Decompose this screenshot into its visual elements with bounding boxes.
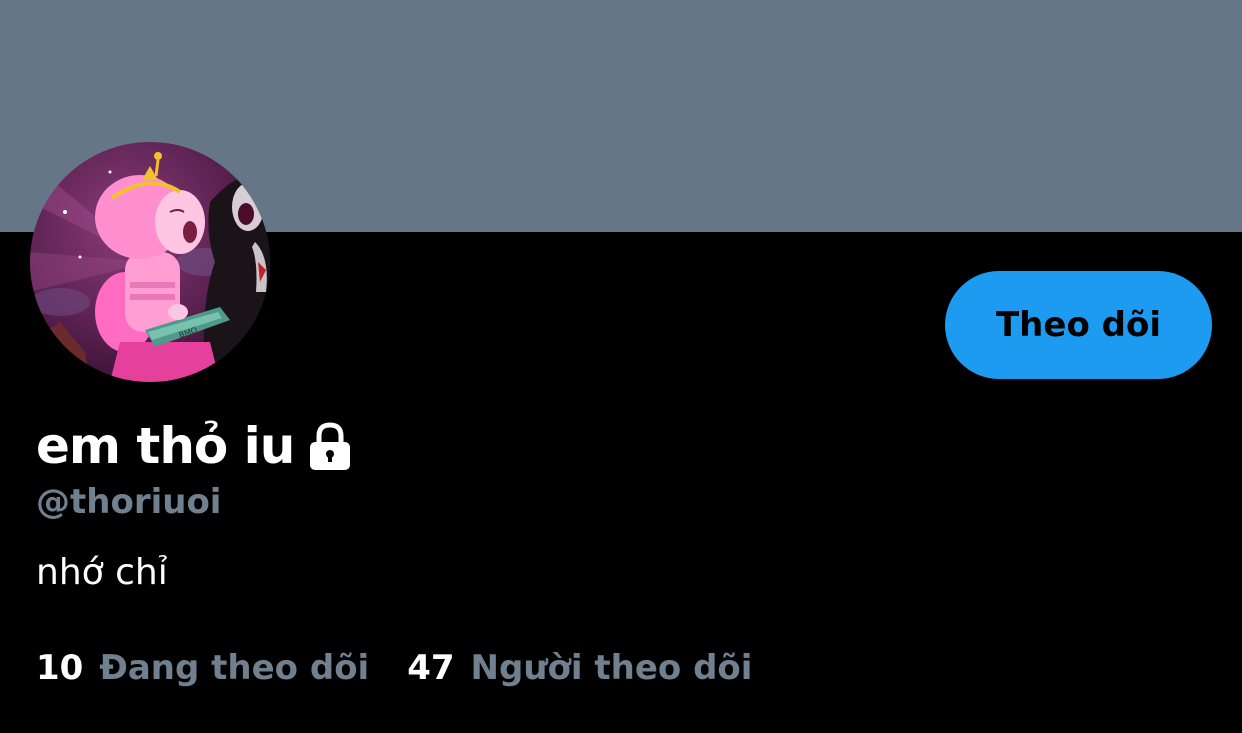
lock-icon (306, 421, 354, 471)
profile-avatar[interactable]: BMO (30, 142, 270, 382)
user-handle: @thoriuoi (36, 482, 222, 522)
avatar-image: BMO (30, 142, 270, 382)
name-row: em thỏ iu (36, 414, 354, 478)
display-name: em thỏ iu (36, 417, 295, 475)
followers-link[interactable]: 47 Người theo dõi (407, 648, 752, 688)
following-count: 10 (36, 648, 84, 688)
profile-bio: nhớ chỉ (36, 552, 168, 593)
profile-header: BMO Theo dõi em thỏ iu @thoriuoi nhớ chỉ… (0, 0, 1242, 733)
followers-label: Người theo dõi (470, 648, 753, 688)
followers-count: 47 (407, 648, 455, 688)
follow-stats: 10 Đang theo dõi 47 Người theo dõi (36, 648, 752, 688)
following-link[interactable]: 10 Đang theo dõi (36, 648, 369, 688)
following-label: Đang theo dõi (99, 648, 370, 688)
follow-button[interactable]: Theo dõi (945, 271, 1212, 379)
